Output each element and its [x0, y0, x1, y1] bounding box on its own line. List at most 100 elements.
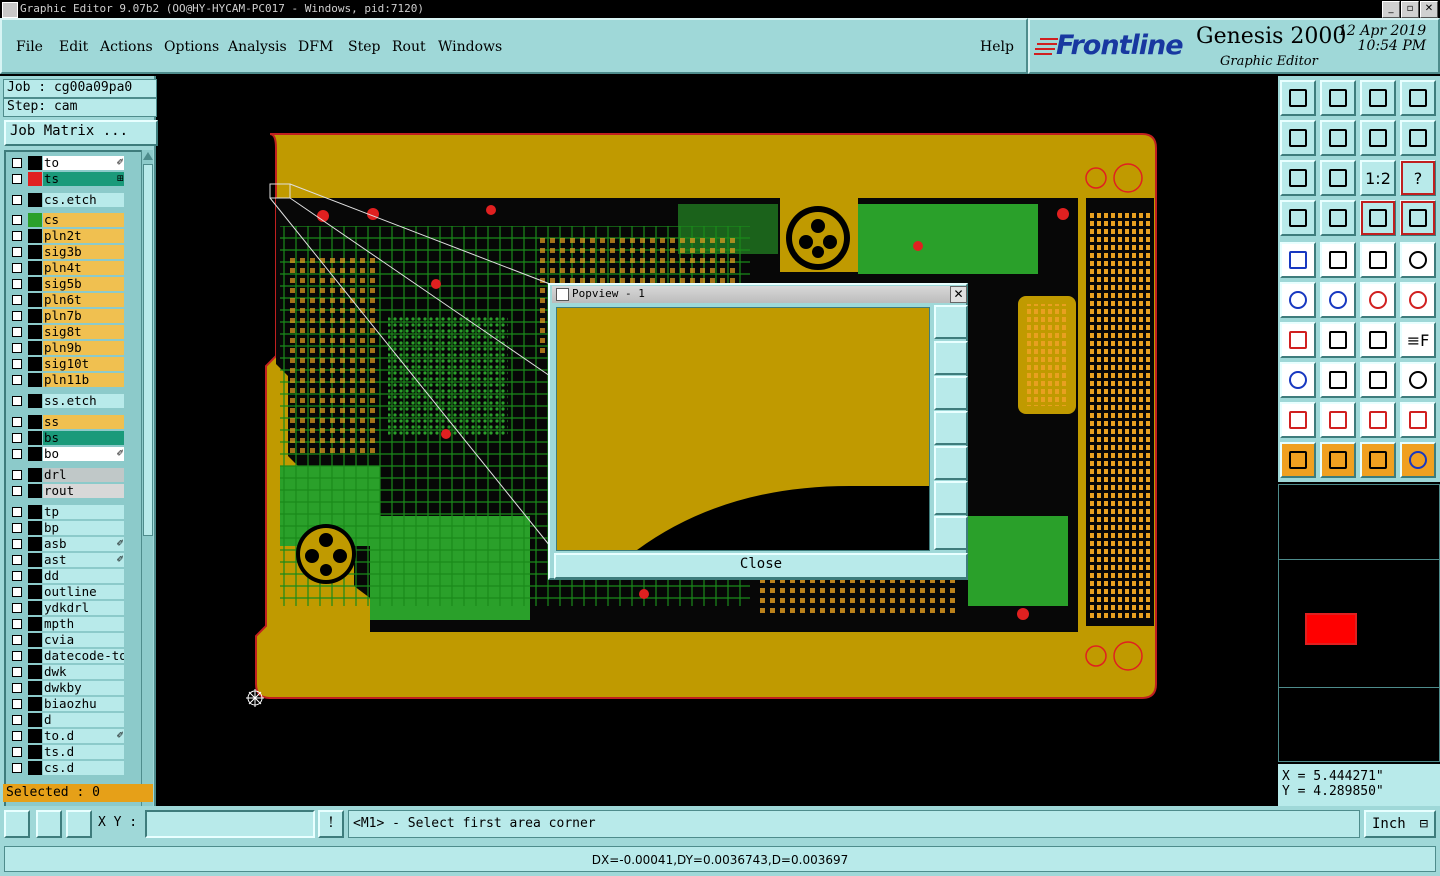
fit-frame-icon[interactable] — [1280, 160, 1316, 196]
popview-up-icon[interactable] — [934, 341, 968, 375]
layer-name[interactable]: pln11b — [43, 373, 124, 387]
layer-checkbox[interactable] — [12, 195, 22, 205]
layer-name[interactable]: bo — [43, 447, 124, 461]
layer-row[interactable]: to ✐ — [8, 156, 126, 170]
layer-row[interactable]: ss — [8, 415, 126, 429]
layer-checkbox[interactable] — [12, 343, 22, 353]
layer-name[interactable]: drl — [43, 468, 124, 482]
layer-color-swatch[interactable] — [28, 505, 42, 519]
popview-title-bar[interactable]: Popview - 1 ✕ — [552, 286, 967, 303]
scroll-up-icon[interactable] — [143, 152, 153, 160]
layer-color-swatch[interactable] — [28, 633, 42, 647]
layer-name[interactable]: datecode-to — [43, 649, 124, 663]
layer-color-swatch[interactable] — [28, 415, 42, 429]
maximize-button[interactable]: ▫ — [1401, 1, 1419, 18]
layer-checkbox[interactable] — [12, 507, 22, 517]
layer-name[interactable]: tp — [43, 505, 124, 519]
layer-row[interactable]: tp — [8, 505, 126, 519]
triangle-d-icon[interactable] — [1400, 402, 1436, 438]
grid-snap-icon[interactable] — [66, 810, 92, 838]
layer-color-swatch[interactable] — [28, 537, 42, 551]
layer-name[interactable]: asb — [43, 537, 124, 551]
layer-color-swatch[interactable] — [28, 521, 42, 535]
layer-name[interactable]: sig5b — [43, 277, 124, 291]
layer-checkbox[interactable] — [12, 667, 22, 677]
layer-row[interactable]: dd — [8, 569, 126, 583]
layer-row[interactable]: sig8t — [8, 325, 126, 339]
layer-color-swatch[interactable] — [28, 293, 42, 307]
layer-row[interactable]: datecode-to — [8, 649, 126, 663]
menu-file[interactable]: File — [16, 39, 43, 55]
layer-row[interactable]: rout — [8, 484, 126, 498]
layer-name[interactable]: rout — [43, 484, 124, 498]
scale-1to2-icon[interactable]: 1:2 — [1360, 160, 1396, 196]
zoom-area-icon[interactable] — [4, 810, 30, 838]
layer-row[interactable]: bs — [8, 431, 126, 445]
layer-checkbox[interactable] — [12, 231, 22, 241]
layer-name[interactable]: biaozhu — [43, 697, 124, 711]
layer-color-swatch[interactable] — [28, 245, 42, 259]
layer-checkbox[interactable] — [12, 417, 22, 427]
layer-row[interactable]: pln2t — [8, 229, 126, 243]
layer-color-swatch[interactable] — [28, 761, 42, 775]
layer-color-swatch[interactable] — [28, 649, 42, 663]
layer-checkbox[interactable] — [12, 247, 22, 257]
layer-checkbox[interactable] — [12, 715, 22, 725]
pointer-alt-icon[interactable] — [1360, 442, 1396, 478]
layer-row[interactable]: ast ✐ — [8, 553, 126, 567]
close-window-button[interactable]: ✕ — [1420, 1, 1438, 18]
layer-row[interactable]: pln6t — [8, 293, 126, 307]
menu-analysis[interactable]: Analysis — [228, 39, 287, 55]
snap-node-icon[interactable] — [1400, 282, 1436, 318]
popview-center-icon[interactable] — [934, 516, 968, 550]
layer-row[interactable]: cs.d — [8, 761, 126, 775]
triangle-c-icon[interactable] — [1360, 402, 1396, 438]
layer-color-swatch[interactable] — [28, 431, 42, 445]
layer-checkbox[interactable] — [12, 635, 22, 645]
layer-row[interactable]: cs.etch — [8, 193, 126, 207]
center-icon[interactable] — [1320, 160, 1356, 196]
popview-zoom-icon[interactable] — [934, 305, 968, 339]
layer-color-swatch[interactable] — [28, 394, 42, 408]
layer-name[interactable]: outline — [43, 585, 124, 599]
layer-row[interactable]: asb ✐ — [8, 537, 126, 551]
triangle-a-icon[interactable] — [1280, 402, 1316, 438]
layer-name[interactable]: pln9b — [43, 341, 124, 355]
home-up-icon[interactable] — [1280, 80, 1316, 116]
add-pad-icon[interactable] — [1280, 242, 1316, 278]
popview-right-icon[interactable] — [934, 446, 968, 480]
ff-icon[interactable]: ≡F — [1400, 322, 1436, 358]
layer-checkbox[interactable] — [12, 486, 22, 496]
layer-row[interactable]: biaozhu — [8, 697, 126, 711]
menu-help[interactable]: Help — [980, 39, 1014, 55]
measure-ruler-icon[interactable] — [1360, 242, 1396, 278]
layer-color-swatch[interactable] — [28, 193, 42, 207]
layer-row[interactable]: pln4t — [8, 261, 126, 275]
menu-rout[interactable]: Rout — [392, 39, 426, 55]
blob-icon[interactable] — [1400, 362, 1436, 398]
layer-color-swatch[interactable] — [28, 229, 42, 243]
layer-name[interactable]: cvia — [43, 633, 124, 647]
layer-name[interactable]: sig8t — [43, 325, 124, 339]
grid-icon[interactable] — [1320, 200, 1356, 236]
pointer-icon[interactable] — [1280, 442, 1316, 478]
layer-name[interactable]: to.d — [43, 729, 124, 743]
layer-name[interactable]: sig10t — [43, 357, 124, 371]
layer-row[interactable]: pln9b — [8, 341, 126, 355]
layer-name[interactable]: bp — [43, 521, 124, 535]
layer-color-swatch[interactable] — [28, 277, 42, 291]
layer-row[interactable]: ss.etch — [8, 394, 126, 408]
layer-row[interactable]: bo ✐ — [8, 447, 126, 461]
layer-color-swatch[interactable] — [28, 585, 42, 599]
popview-left-icon[interactable] — [934, 411, 968, 445]
slash-line-icon[interactable] — [1320, 322, 1356, 358]
layer-name[interactable]: bs — [43, 431, 124, 445]
layer-checkbox[interactable] — [12, 747, 22, 757]
layer-color-swatch[interactable] — [28, 213, 42, 227]
layer-color-swatch[interactable] — [28, 373, 42, 387]
layer-name[interactable]: d — [43, 713, 124, 727]
layer-row[interactable]: bp — [8, 521, 126, 535]
layer-row[interactable]: cs — [8, 213, 126, 227]
layer-color-swatch[interactable] — [28, 447, 42, 461]
layer-checkbox[interactable] — [12, 731, 22, 741]
